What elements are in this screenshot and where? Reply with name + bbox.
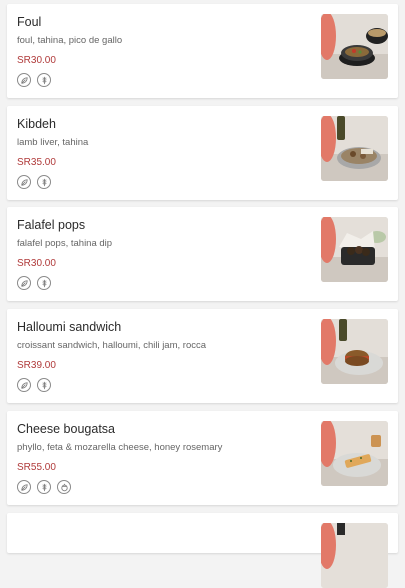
item-price: SR55.00: [17, 462, 56, 473]
item-description: phyllo, feta & mozarella cheese, honey r…: [17, 442, 223, 453]
menu-item-card[interactable]: Halloumi sandwich croissant sandwich, ha…: [7, 309, 398, 403]
gluten-icon: [37, 480, 51, 494]
gluten-icon: [37, 73, 51, 87]
falafel-dish-image: [321, 217, 388, 282]
item-name: Cheese bougatsa: [17, 422, 115, 436]
menu-item-card[interactable]: Kibdeh lamb liver, tahina SR35.00: [7, 106, 398, 200]
cheese-bougatsa-image: [321, 421, 388, 486]
gluten-icon: [37, 378, 51, 392]
halloumi-sandwich-image: [321, 319, 388, 384]
item-price: SR35.00: [17, 157, 56, 168]
item-name: Halloumi sandwich: [17, 320, 122, 334]
item-description: foul, tahina, pico de gallo: [17, 35, 123, 46]
gluten-icon: [37, 276, 51, 290]
item-name: Falafel pops: [17, 218, 86, 232]
nuts-icon: [57, 480, 71, 494]
menu-item-card[interactable]: [7, 513, 398, 588]
item-name: Kibdeh: [17, 117, 56, 131]
foul-dish-image: [321, 14, 388, 79]
vegetarian-icon: [17, 378, 31, 392]
vegetarian-icon: [17, 73, 31, 87]
item-price: SR30.00: [17, 258, 56, 269]
menu-item-card[interactable]: Cheese bougatsa phyllo, feta & mozarella…: [7, 411, 398, 505]
vegetarian-icon: [17, 480, 31, 494]
item-dietary-icons: [17, 175, 51, 189]
item-description: falafel pops, tahina dip: [17, 238, 113, 249]
item-dietary-icons: [17, 276, 51, 290]
menu-item-card[interactable]: Foul foul, tahina, pico de gallo SR30.00: [7, 4, 398, 98]
item-dietary-icons: [17, 480, 71, 494]
vegetarian-icon: [17, 276, 31, 290]
dish-image: [321, 523, 388, 588]
item-name: Foul: [17, 15, 42, 29]
vegetarian-icon: [17, 175, 31, 189]
item-description: croissant sandwich, halloumi, chili jam,…: [17, 340, 207, 351]
item-dietary-icons: [17, 378, 51, 392]
item-description: lamb liver, tahina: [17, 137, 89, 148]
item-dietary-icons: [17, 73, 51, 87]
menu-item-card[interactable]: Falafel pops falafel pops, tahina dip SR…: [7, 207, 398, 301]
item-price: SR39.00: [17, 360, 56, 371]
gluten-icon: [37, 175, 51, 189]
kibdeh-dish-image: [321, 116, 388, 181]
item-price: SR30.00: [17, 55, 56, 66]
